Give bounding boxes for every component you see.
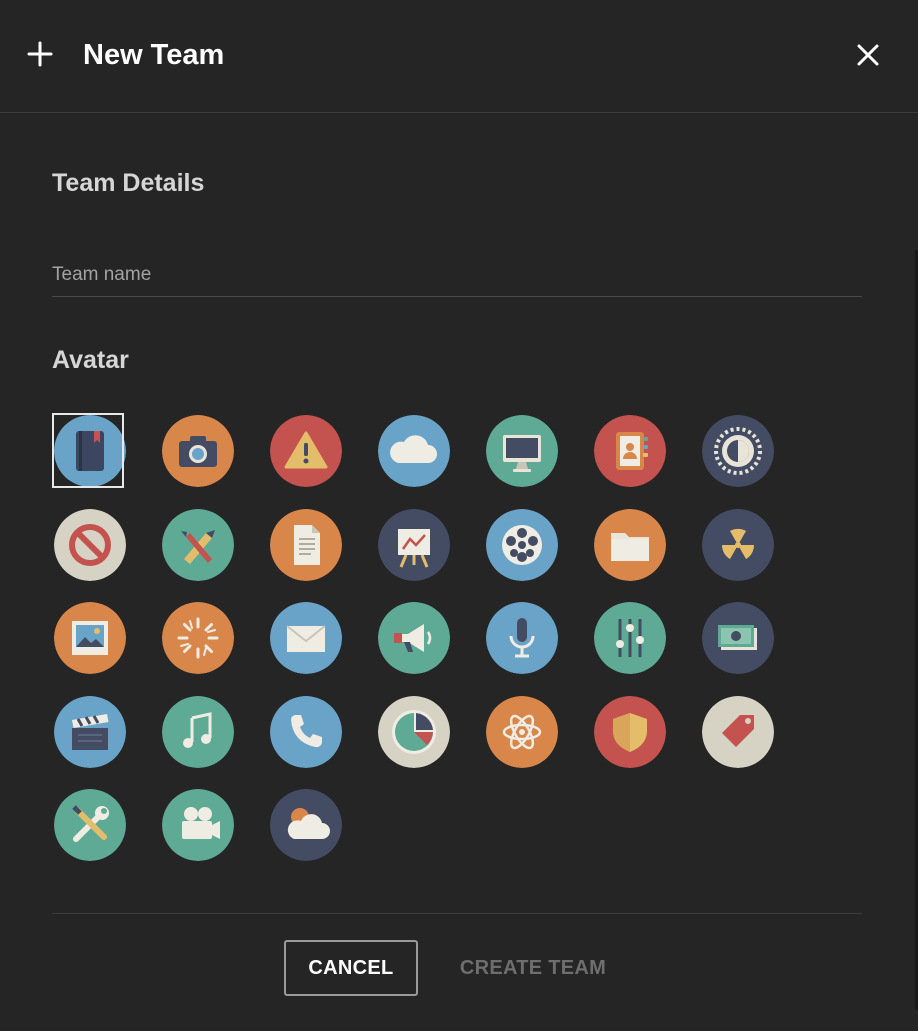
avatar-option[interactable] xyxy=(594,602,666,674)
equalizer-sliders-icon xyxy=(594,602,666,674)
wrench-screwdriver-icon xyxy=(54,789,126,861)
footer-divider xyxy=(52,913,862,914)
avatar-option[interactable] xyxy=(378,508,450,581)
avatar-option[interactable] xyxy=(486,602,558,674)
avatar-option[interactable] xyxy=(702,508,774,581)
avatar-option[interactable] xyxy=(270,695,342,768)
avatar-option[interactable] xyxy=(270,508,342,581)
avatar-option[interactable] xyxy=(486,508,558,581)
contrast-gear-icon xyxy=(702,415,774,487)
avatar-option[interactable] xyxy=(594,415,666,487)
avatar-option[interactable] xyxy=(378,415,450,487)
dialog-title: New Team xyxy=(83,39,225,71)
money-icon xyxy=(702,602,774,674)
avatar-option[interactable] xyxy=(54,695,126,768)
camera-icon xyxy=(162,415,234,487)
music-note-icon xyxy=(162,695,234,768)
team-name-input[interactable] xyxy=(52,256,862,294)
folder-icon xyxy=(594,508,666,581)
phone-icon xyxy=(270,695,342,768)
avatar-option[interactable] xyxy=(486,415,558,487)
avatar-grid xyxy=(52,413,812,883)
avatar-option[interactable] xyxy=(162,415,234,487)
film-reel-icon xyxy=(486,508,558,581)
avatar-option[interactable] xyxy=(486,695,558,768)
monitor-icon xyxy=(486,415,558,487)
close-icon[interactable] xyxy=(852,39,884,71)
megaphone-icon xyxy=(378,602,450,674)
atom-icon xyxy=(486,695,558,768)
avatar-option[interactable] xyxy=(594,695,666,768)
clapperboard-icon xyxy=(54,695,126,768)
plus-icon[interactable] xyxy=(24,38,56,70)
document-icon xyxy=(270,508,342,581)
picture-icon xyxy=(54,602,126,674)
price-tag-icon xyxy=(702,695,774,768)
avatar-option[interactable] xyxy=(378,695,450,768)
sun-cloud-icon xyxy=(270,789,342,861)
avatar-option[interactable] xyxy=(594,508,666,581)
avatar-option[interactable] xyxy=(270,602,342,674)
dialog-header: New Team xyxy=(0,0,918,113)
avatar-option[interactable] xyxy=(54,602,126,674)
shield-icon xyxy=(594,695,666,768)
avatar-option[interactable] xyxy=(378,602,450,674)
cancel-button[interactable]: CANCEL xyxy=(284,940,418,996)
create-team-button[interactable]: CREATE TEAM xyxy=(445,940,621,996)
presentation-easel-icon xyxy=(378,508,450,581)
pie-chart-icon xyxy=(378,695,450,768)
avatar-option[interactable] xyxy=(702,415,774,487)
avatar-option[interactable] xyxy=(270,415,342,487)
avatar-option[interactable] xyxy=(54,415,126,487)
prohibited-icon xyxy=(54,508,126,581)
avatar-option[interactable] xyxy=(162,695,234,768)
avatar-option[interactable] xyxy=(162,602,234,674)
avatar-option[interactable] xyxy=(54,508,126,581)
avatar-option[interactable] xyxy=(54,789,126,861)
address-book-icon xyxy=(594,415,666,487)
warning-icon xyxy=(270,415,342,487)
microphone-icon xyxy=(486,602,558,674)
cloud-icon xyxy=(378,415,450,487)
avatar-heading: Avatar xyxy=(52,346,129,374)
notebook-icon xyxy=(54,415,126,487)
team-details-heading: Team Details xyxy=(52,169,205,197)
avatar-option[interactable] xyxy=(702,695,774,768)
loading-spinner-icon xyxy=(162,602,234,674)
design-tools-icon xyxy=(162,508,234,581)
video-camera-icon xyxy=(162,789,234,861)
radiation-icon xyxy=(702,508,774,581)
avatar-option[interactable] xyxy=(162,789,234,861)
team-name-field xyxy=(52,256,862,297)
avatar-option[interactable] xyxy=(162,508,234,581)
avatar-option[interactable] xyxy=(270,789,342,861)
envelope-icon xyxy=(270,602,342,674)
avatar-option[interactable] xyxy=(702,602,774,674)
